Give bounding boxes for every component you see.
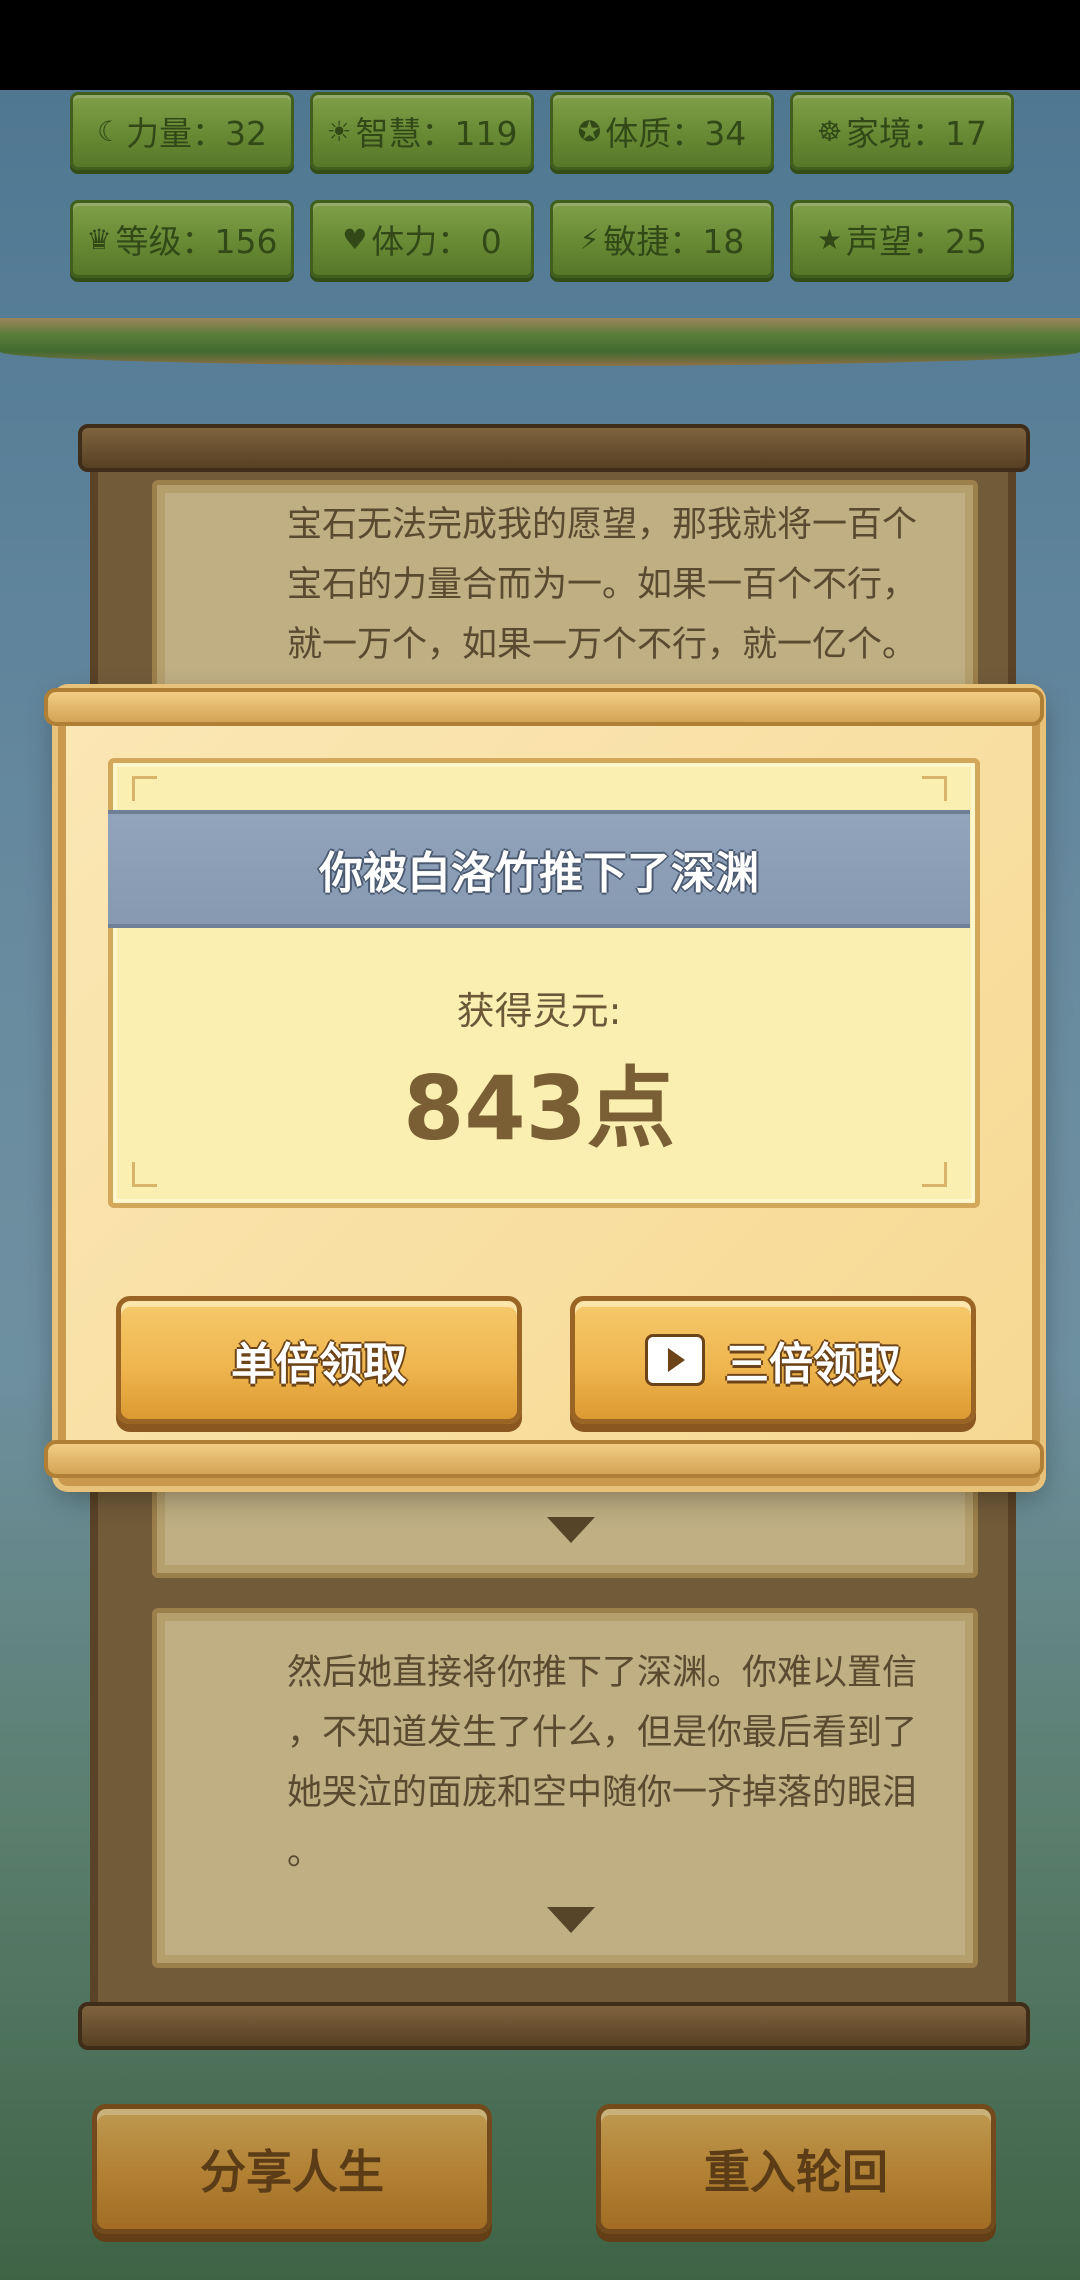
stat-level-label: 等级：156 bbox=[115, 222, 278, 261]
constitution-icon: ✪ bbox=[577, 114, 602, 148]
share-life-button[interactable]: 分享人生 bbox=[92, 2104, 492, 2234]
crown-icon: ♛ bbox=[86, 222, 112, 256]
corner-ornament-icon bbox=[922, 1162, 947, 1187]
stat-level: ♛ 等级：156 bbox=[70, 200, 294, 278]
grass-divider bbox=[0, 318, 1080, 366]
modal-top-edge bbox=[44, 688, 1044, 726]
stat-family-label: 家境：17 bbox=[846, 114, 988, 153]
stat-reputation: ★ 声望：25 bbox=[790, 200, 1014, 278]
expand-arrow-icon[interactable] bbox=[547, 1907, 595, 1933]
corner-ornament-icon bbox=[132, 1162, 157, 1187]
strength-icon: ☾ bbox=[96, 114, 123, 148]
stat-stamina-label: 体力： 0 bbox=[371, 222, 502, 261]
story-card[interactable]: 然后她直接将你推下了深渊。你难以置信 ，不知道发生了什么，但是你最后看到了 她哭… bbox=[152, 1608, 978, 1968]
claim-triple-button[interactable]: 三倍领取 bbox=[570, 1296, 976, 1424]
star-icon: ★ bbox=[816, 222, 843, 256]
wisdom-icon: ☀ bbox=[326, 114, 352, 148]
stat-wisdom: ☀ 智慧：119 bbox=[310, 92, 534, 170]
expand-arrow-icon[interactable] bbox=[547, 1517, 595, 1543]
stat-stamina: ♥ 体力： 0 bbox=[310, 200, 534, 278]
corner-ornament-icon bbox=[922, 776, 947, 801]
claim-single-button[interactable]: 单倍领取 bbox=[116, 1296, 522, 1424]
stat-strength-label: 力量：32 bbox=[126, 114, 268, 153]
dialog-title: 你被白洛竹推下了深渊 bbox=[108, 810, 970, 928]
story-card[interactable]: 宝石无法完成我的愿望，那我就将一百个 宝石的力量合而为一。如果一百个不行， 就一… bbox=[152, 480, 978, 720]
stat-wisdom-label: 智慧：119 bbox=[355, 114, 518, 153]
scroll-bottom-rod bbox=[78, 2002, 1030, 2050]
video-play-icon bbox=[645, 1334, 705, 1386]
reward-label: 获得灵元: bbox=[456, 989, 622, 1033]
reward-value: 843点 bbox=[403, 1057, 675, 1160]
story-text: 然后她直接将你推下了深渊。你难以置信 ，不知道发生了什么，但是你最后看到了 她哭… bbox=[287, 1653, 918, 1873]
stat-constitution-label: 体质：34 bbox=[605, 114, 747, 153]
stat-constitution: ✪ 体质：34 bbox=[550, 92, 774, 170]
stat-strength: ☾ 力量：32 bbox=[70, 92, 294, 170]
heart-icon: ♥ bbox=[342, 222, 368, 256]
claim-triple-label: 三倍领取 bbox=[725, 1339, 901, 1390]
claim-single-label: 单倍领取 bbox=[231, 1339, 407, 1390]
stat-family: ☸ 家境：17 bbox=[790, 92, 1014, 170]
stat-reputation-label: 声望：25 bbox=[846, 222, 988, 261]
story-text: 宝石无法完成我的愿望，那我就将一百个 宝石的力量合而为一。如果一百个不行， 就一… bbox=[287, 505, 918, 665]
stat-agility-label: 敏捷：18 bbox=[603, 222, 745, 261]
status-bar bbox=[0, 0, 1080, 90]
lightning-icon: ⚡ bbox=[579, 222, 600, 256]
reincarnate-button[interactable]: 重入轮回 bbox=[596, 2104, 996, 2234]
family-icon: ☸ bbox=[816, 114, 843, 148]
scroll-top-rod bbox=[78, 424, 1030, 472]
corner-ornament-icon bbox=[132, 776, 157, 801]
stats-panel: ☾ 力量：32 ☀ 智慧：119 ✪ 体质：34 ☸ 家境：17 ♛ 等级：15… bbox=[70, 92, 1014, 282]
stat-agility: ⚡ 敏捷：18 bbox=[550, 200, 774, 278]
modal-bottom-edge bbox=[44, 1440, 1044, 1478]
